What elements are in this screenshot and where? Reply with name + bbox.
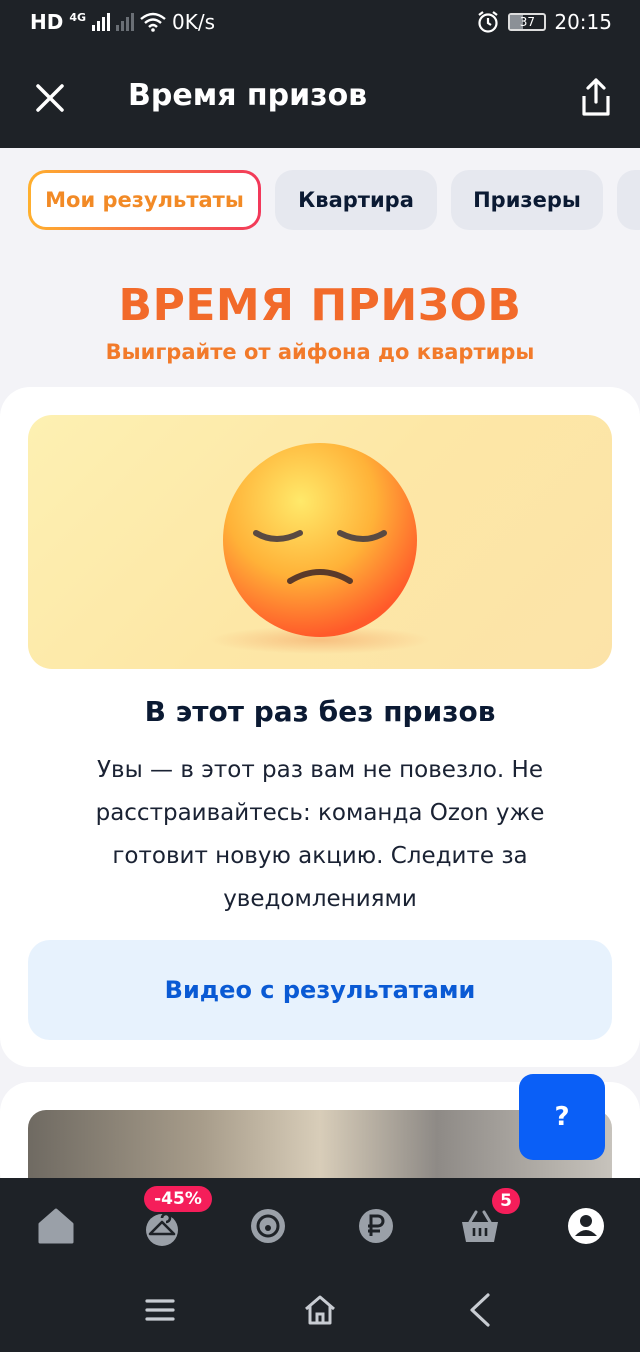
profile-icon[interactable]	[564, 1204, 608, 1248]
net-speed: 0K/s	[172, 10, 216, 34]
clock: 20:15	[554, 10, 612, 34]
home-icon[interactable]	[34, 1204, 78, 1248]
tab-bar: Мои результаты Квартира Призеры	[28, 170, 640, 230]
home-system-icon[interactable]	[302, 1292, 338, 1328]
bottom-nav: -45% 5	[0, 1178, 640, 1276]
alarm-icon	[478, 11, 499, 33]
menu-icon[interactable]	[144, 1294, 176, 1326]
auto-icon[interactable]	[246, 1204, 290, 1248]
tab-my-results[interactable]: Мои результаты	[28, 170, 261, 230]
cart-badge: 5	[492, 1188, 520, 1214]
hero-subtitle: Выиграйте от айфона до квартиры	[105, 340, 535, 364]
hero-title: ВРЕМЯ ПРИЗОВ	[118, 280, 522, 331]
tab-apartment[interactable]: Квартира	[275, 170, 437, 230]
page-title: Время призов	[128, 78, 368, 113]
status-left: HD 4G 0K/s	[30, 10, 215, 34]
result-text: Увы — в этот раз вам не повезло. Не расс…	[95, 757, 545, 912]
video-results-button[interactable]: Видео с результатами	[28, 940, 612, 1040]
net-gen-label: 4G	[69, 10, 87, 24]
system-nav	[0, 1276, 640, 1352]
tab-winners[interactable]: Призеры	[451, 170, 603, 230]
tab-more[interactable]	[617, 170, 640, 230]
status-right: 37 20:15	[476, 10, 612, 34]
result-card: В этот раз без призов Увы — в этот раз в…	[0, 387, 640, 1067]
finance-icon[interactable]	[354, 1204, 398, 1248]
signal-icon	[92, 13, 111, 31]
help-button[interactable]: ?	[519, 1074, 605, 1160]
app-bar: Время призов	[0, 48, 640, 148]
result-banner	[28, 415, 612, 669]
discount-badge: -45%	[144, 1186, 212, 1212]
close-icon[interactable]	[30, 78, 70, 118]
back-icon[interactable]	[466, 1292, 494, 1328]
battery-level: 37	[519, 15, 535, 29]
share-icon[interactable]	[576, 76, 616, 120]
status-bar: HD 4G 0K/s 37 20:15	[0, 0, 640, 48]
sad-face-icon	[210, 443, 430, 654]
signal-2-icon	[116, 13, 135, 31]
battery-icon: 37	[508, 13, 547, 31]
wifi-icon	[140, 12, 166, 32]
network-label: HD	[30, 10, 64, 34]
result-title: В этот раз без призов	[144, 695, 496, 728]
